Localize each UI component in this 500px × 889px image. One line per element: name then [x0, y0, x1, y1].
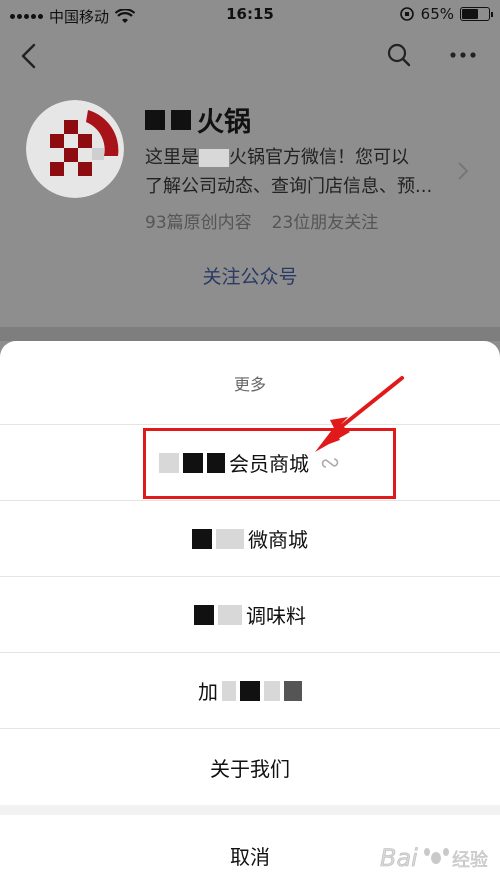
chevron-right-icon[interactable] [456, 160, 470, 182]
mask-block [159, 452, 179, 473]
baidu-jingyan-watermark: Bai 经验 [380, 844, 488, 873]
articles-count: 93篇原创内容 [145, 213, 252, 233]
account-name-text: 火锅 [197, 107, 251, 138]
mask-block [218, 604, 242, 625]
section-divider [0, 327, 500, 341]
rotation-lock-icon [399, 7, 414, 21]
battery-percent: 65% [420, 5, 454, 23]
mask-block [240, 680, 260, 701]
sheet-gap [0, 805, 500, 815]
more-dots-icon[interactable] [448, 42, 478, 68]
description-suffix: 火锅官方微信！您可以 [229, 147, 409, 168]
mask-block [199, 149, 229, 167]
menu-item-label: 会员商城 [229, 452, 309, 476]
mask-block [216, 528, 244, 549]
battery-fill [462, 9, 479, 19]
description-line2: 了解公司动态、查询门店信息、预... [145, 176, 433, 197]
mask-block [194, 604, 214, 625]
account-description[interactable]: 这里是 火锅官方微信！您可以 了解公司动态、查询门店信息、预... [145, 143, 455, 201]
menu-item-label: 关于我们 [210, 756, 290, 781]
mask-block [222, 680, 236, 701]
action-sheet: 更多 会员商城 微商城 调味料 加 关于我们 取消 [0, 341, 500, 889]
menu-item-member-mall[interactable]: 会员商城 [0, 425, 500, 501]
svg-text:Bai: Bai [380, 844, 418, 872]
followers-count: 23位朋友关注 [271, 213, 379, 233]
search-icon[interactable] [386, 42, 412, 68]
mini-program-icon [321, 457, 339, 468]
mask-block [145, 109, 165, 130]
mask-block [264, 680, 280, 701]
svg-text:经验: 经验 [452, 850, 488, 871]
mask-block [284, 680, 302, 701]
nav-bar [0, 36, 500, 76]
menu-item-label: 加 [198, 680, 218, 704]
back-chevron-icon[interactable] [18, 42, 40, 70]
sheet-title: 更多 [0, 341, 500, 425]
menu-item-seasoning[interactable]: 调味料 [0, 577, 500, 653]
description-line1: 这里是 火锅官方微信！您可以 [145, 143, 455, 172]
menu-item-join[interactable]: 加 [0, 653, 500, 729]
follow-button[interactable]: 关注公众号 [0, 262, 500, 289]
mask-block [207, 452, 225, 473]
mask-block [183, 452, 203, 473]
battery-icon [460, 7, 493, 21]
avatar[interactable] [26, 100, 124, 198]
menu-item-about-us[interactable]: 关于我们 [0, 729, 500, 805]
mask-block [171, 109, 191, 130]
account-stats: 93篇原创内容 23位朋友关注 [145, 208, 378, 233]
status-right: 65% [399, 5, 493, 23]
menu-item-micro-mall[interactable]: 微商城 [0, 501, 500, 577]
mask-block [192, 528, 212, 549]
status-bar: 中国移动 16:15 65% [0, 0, 500, 30]
description-prefix: 这里是 [145, 147, 199, 168]
menu-item-label: 微商城 [248, 528, 308, 552]
menu-item-label: 调味料 [246, 604, 306, 628]
account-name: 火锅 [145, 100, 251, 139]
